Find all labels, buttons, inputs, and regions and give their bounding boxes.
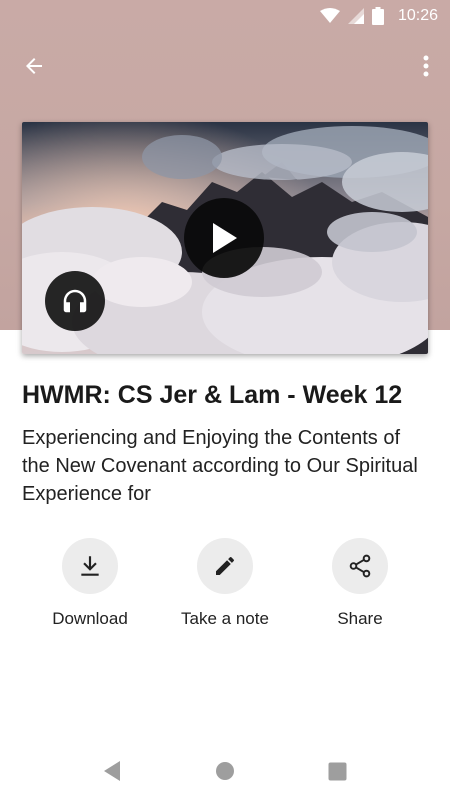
action-row: Download Take a note Share	[0, 538, 450, 638]
more-vert-icon	[423, 55, 429, 77]
share-circle	[332, 538, 388, 594]
nav-home-button[interactable]	[210, 756, 240, 786]
episode-thumbnail[interactable]	[22, 122, 428, 354]
more-options-button[interactable]	[412, 48, 440, 84]
status-bar: 10:26	[0, 0, 450, 32]
cell-signal-icon	[347, 8, 364, 24]
take-note-circle	[197, 538, 253, 594]
episode-title: HWMR: CS Jer & Lam - Week 12	[22, 381, 403, 409]
nav-recents-icon	[328, 762, 346, 780]
nav-back-button[interactable]	[97, 756, 127, 786]
play-button[interactable]	[184, 198, 264, 278]
wifi-icon	[319, 8, 340, 23]
download-icon	[81, 556, 99, 576]
download-label: Download	[52, 609, 128, 628]
take-note-button[interactable]: Take a note	[155, 538, 295, 629]
status-time: 10:26	[397, 7, 438, 24]
share-label: Share	[337, 609, 383, 628]
pencil-icon	[216, 556, 235, 575]
app-bar	[0, 42, 450, 90]
nav-home-icon	[216, 762, 234, 780]
system-nav-bar	[0, 742, 450, 800]
take-note-label: Take a note	[181, 609, 269, 628]
nav-recents-button[interactable]	[322, 756, 352, 786]
episode-description: Experiencing and Enjoying the Contents o…	[22, 427, 418, 505]
back-button[interactable]	[14, 48, 54, 84]
download-button[interactable]: Download	[20, 538, 160, 629]
download-circle	[62, 538, 118, 594]
share-button[interactable]: Share	[290, 538, 430, 629]
headphones-icon	[63, 289, 87, 313]
battery-icon	[371, 7, 384, 25]
nav-back-icon	[104, 761, 120, 781]
arrow-left-icon	[26, 58, 42, 74]
play-icon	[213, 223, 237, 253]
audio-mode-button[interactable]	[45, 271, 105, 331]
share-icon	[349, 554, 371, 578]
